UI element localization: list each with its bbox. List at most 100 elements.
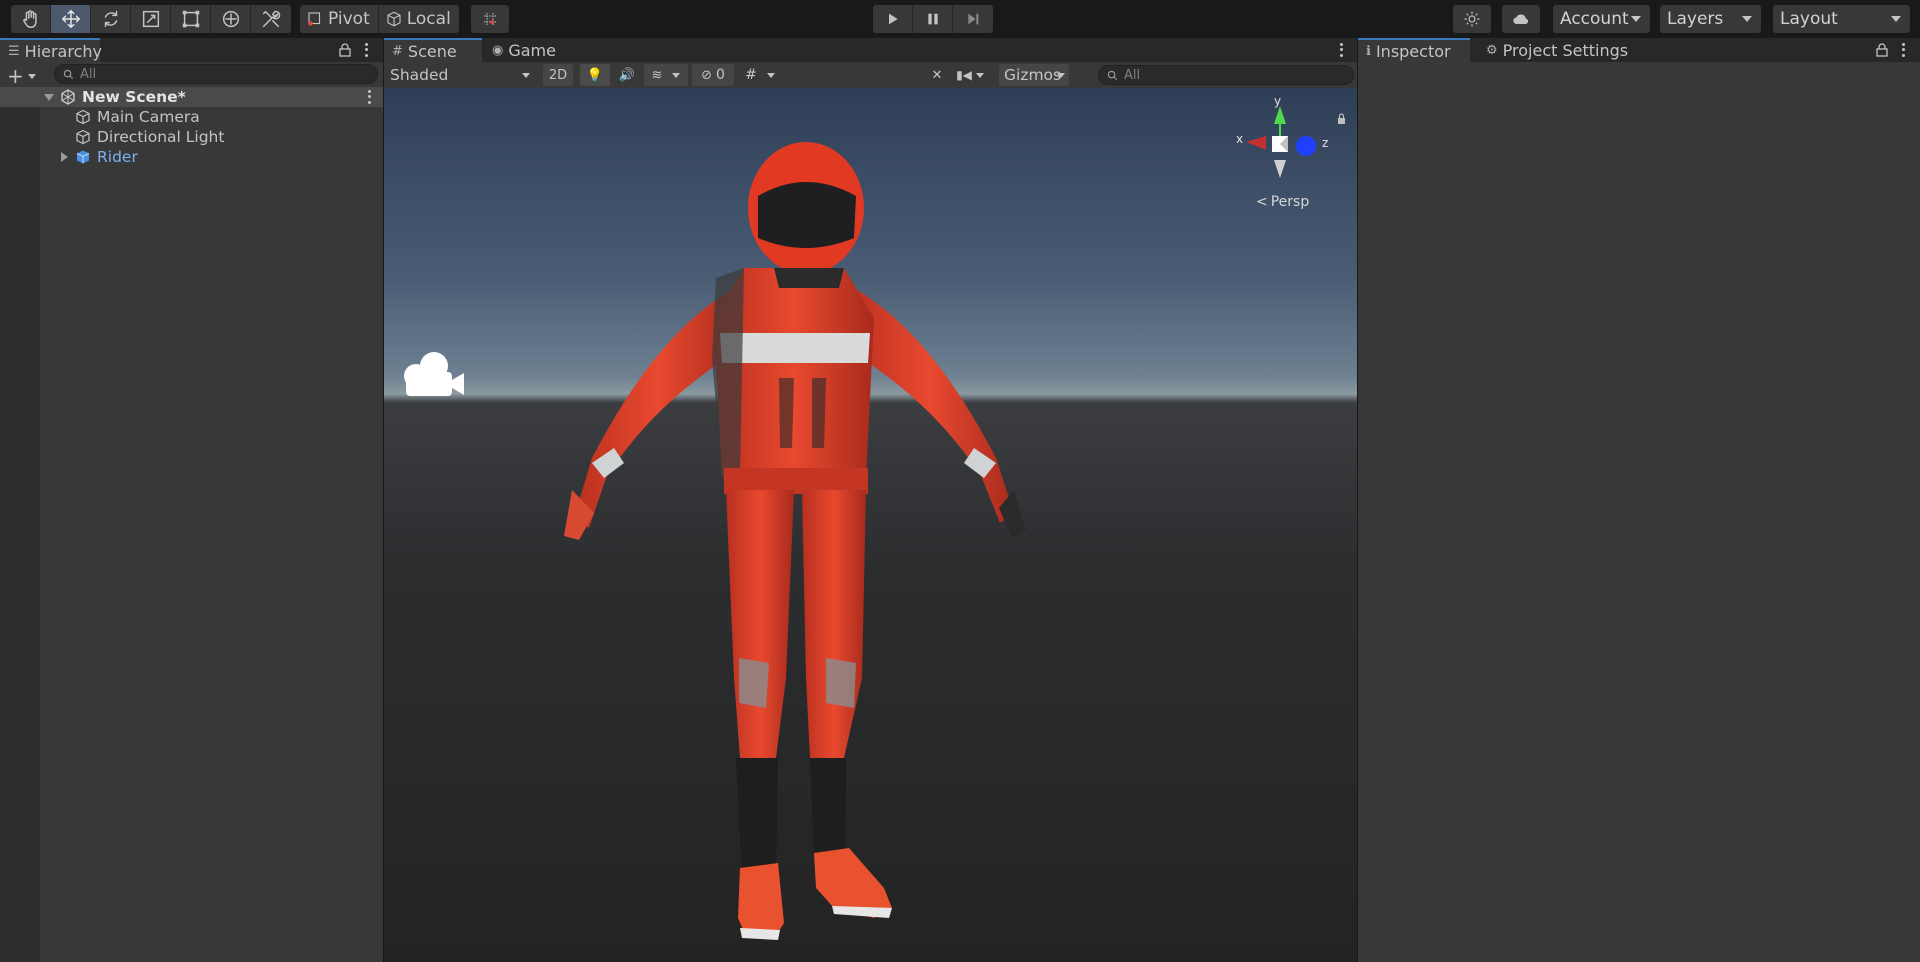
gizmos-dropdown[interactable]: Gizmos: [999, 64, 1069, 86]
scene-panel: # Scene ◉ Game Shaded 2D 💡 🔊 ≋ ⊘ 0 # ✕ ▮…: [384, 38, 1357, 962]
hand-tool-button[interactable]: [11, 5, 51, 33]
scene-row[interactable]: New Scene*: [0, 87, 383, 107]
axis-label-y: y: [1274, 94, 1282, 108]
game-tab-label: Game: [508, 40, 556, 60]
chevron-down-icon: [27, 73, 36, 79]
perspective-icon: <: [1256, 194, 1268, 210]
hidden-count: 0: [715, 67, 725, 83]
axis-label-x: x: [1236, 132, 1244, 146]
light-settings-group: [1453, 5, 1491, 33]
scene-view-toolbar: Shaded 2D 💡 🔊 ≋ ⊘ 0 # ✕ ▮◀ Gizmos All: [384, 62, 1357, 88]
tools-icon: [262, 10, 281, 28]
transform-tools: [11, 5, 291, 33]
inspector-tab-label: Inspector: [1375, 41, 1451, 61]
tab-project-settings[interactable]: ⚙ Project Settings: [1478, 38, 1638, 62]
tab-scene[interactable]: # Scene: [384, 38, 482, 62]
cube-outline-icon: [76, 109, 90, 125]
chevron-down-icon: [1742, 16, 1752, 22]
snap-toggle-group: [471, 5, 509, 33]
gamepad-icon: ◉: [492, 42, 504, 58]
list-icon: ☰: [8, 43, 20, 59]
hierarchy-search-placeholder: All: [80, 66, 97, 82]
step-button[interactable]: [953, 5, 993, 33]
scene-viewport[interactable]: y x z < Persp: [384, 88, 1357, 962]
scene-search-input[interactable]: All: [1098, 65, 1354, 85]
eye-hidden-icon: ⊘: [701, 67, 712, 83]
play-icon: [888, 13, 898, 25]
layers-dropdown[interactable]: Layers: [1660, 5, 1761, 33]
scene-menu-icon[interactable]: [1336, 42, 1346, 58]
transform-tool-button[interactable]: [211, 5, 251, 33]
camera-dropdown[interactable]: ▮◀: [952, 64, 988, 86]
projection-toggle[interactable]: < Persp: [1256, 194, 1309, 210]
expand-arrow-icon[interactable]: [61, 152, 68, 162]
inspector-panel: ℹ Inspector ⚙ Project Settings: [1358, 38, 1920, 962]
grid-dropdown[interactable]: #: [738, 64, 782, 86]
account-dropdown[interactable]: Account: [1553, 5, 1650, 33]
transform-icon: [222, 10, 239, 28]
play-button[interactable]: [873, 5, 913, 33]
shading-mode-dropdown[interactable]: Shaded: [386, 64, 536, 86]
tab-hierarchy[interactable]: ☰ Hierarchy: [0, 38, 102, 62]
scene-menu-icon[interactable]: [364, 89, 374, 105]
chevron-down-icon: [975, 72, 984, 78]
layout-dropdown[interactable]: Layout: [1773, 5, 1910, 33]
hierarchy-item-rider[interactable]: Rider: [0, 147, 383, 167]
inspector-menu-icon[interactable]: [1898, 42, 1908, 58]
grid-hash-icon: #: [392, 43, 403, 59]
audio-toggle[interactable]: 🔊: [612, 64, 642, 86]
move-tool-button[interactable]: [51, 5, 91, 33]
chevron-down-icon: [1057, 73, 1065, 78]
scene-search-placeholder: All: [1124, 67, 1141, 83]
hierarchy-item-directional-light[interactable]: Directional Light: [0, 127, 383, 147]
scale-icon: [142, 10, 159, 28]
lighting-toggle[interactable]: 💡: [580, 64, 610, 86]
rotate-tool-button[interactable]: [91, 5, 131, 33]
play-controls: [873, 5, 993, 33]
local-toggle[interactable]: Local: [378, 5, 459, 33]
lighting-button[interactable]: [1453, 5, 1491, 33]
hierarchy-tabbar: ☰ Hierarchy: [0, 38, 383, 62]
scene-name: New Scene*: [82, 88, 186, 106]
cloud-button[interactable]: [1502, 5, 1540, 33]
chevron-down-icon: [1631, 16, 1641, 22]
effects-dropdown[interactable]: ≋: [644, 64, 688, 86]
search-icon: [1107, 70, 1118, 80]
hierarchy-item-label: Rider: [97, 148, 138, 166]
orientation-gizmo[interactable]: y x z < Persp: [1236, 94, 1356, 244]
chevron-down-icon: [672, 72, 681, 78]
rect-tool-button[interactable]: [171, 5, 211, 33]
create-button[interactable]: +: [7, 66, 36, 86]
cloud-group: [1502, 5, 1540, 33]
scene-visibility-toggle[interactable]: ⊘ 0: [692, 64, 734, 86]
hierarchy-item-main-camera[interactable]: Main Camera: [0, 107, 383, 127]
axis-label-z: z: [1322, 136, 1329, 150]
tools-overlay-toggle[interactable]: ✕: [924, 64, 950, 86]
grid-snap-toggle[interactable]: [471, 5, 509, 33]
tab-inspector[interactable]: ℹ Inspector: [1358, 38, 1470, 62]
lock-icon[interactable]: [339, 43, 351, 57]
lock-icon[interactable]: [1876, 43, 1888, 57]
search-icon: [63, 69, 74, 79]
pause-button[interactable]: [913, 5, 953, 33]
chevron-down-icon: [766, 72, 775, 78]
account-label: Account: [1560, 9, 1629, 29]
tab-game[interactable]: ◉ Game: [484, 38, 564, 62]
hierarchy-panel: ☰ Hierarchy + All New Scene* Main Camera…: [0, 38, 383, 962]
custom-tool-button[interactable]: [251, 5, 291, 33]
cloud-icon: [1513, 14, 1528, 25]
hierarchy-item-label: Directional Light: [97, 128, 225, 146]
rider-model[interactable]: [544, 118, 1044, 958]
pivot-toggle[interactable]: Pivot: [300, 5, 379, 33]
hierarchy-menu-icon[interactable]: [361, 42, 371, 58]
speaker-icon: 🔊: [618, 67, 636, 83]
scale-tool-button[interactable]: [131, 5, 171, 33]
pivot-icon: [308, 12, 321, 26]
gizmos-label: Gizmos: [1004, 66, 1062, 84]
camera-gizmo-icon[interactable]: [398, 350, 468, 400]
lightbulb-icon: 💡: [586, 67, 604, 83]
2d-toggle[interactable]: 2D: [543, 64, 573, 86]
pivot-label: Pivot: [328, 9, 370, 29]
expand-arrow-icon[interactable]: [44, 93, 54, 101]
hierarchy-search-input[interactable]: All: [54, 64, 378, 84]
